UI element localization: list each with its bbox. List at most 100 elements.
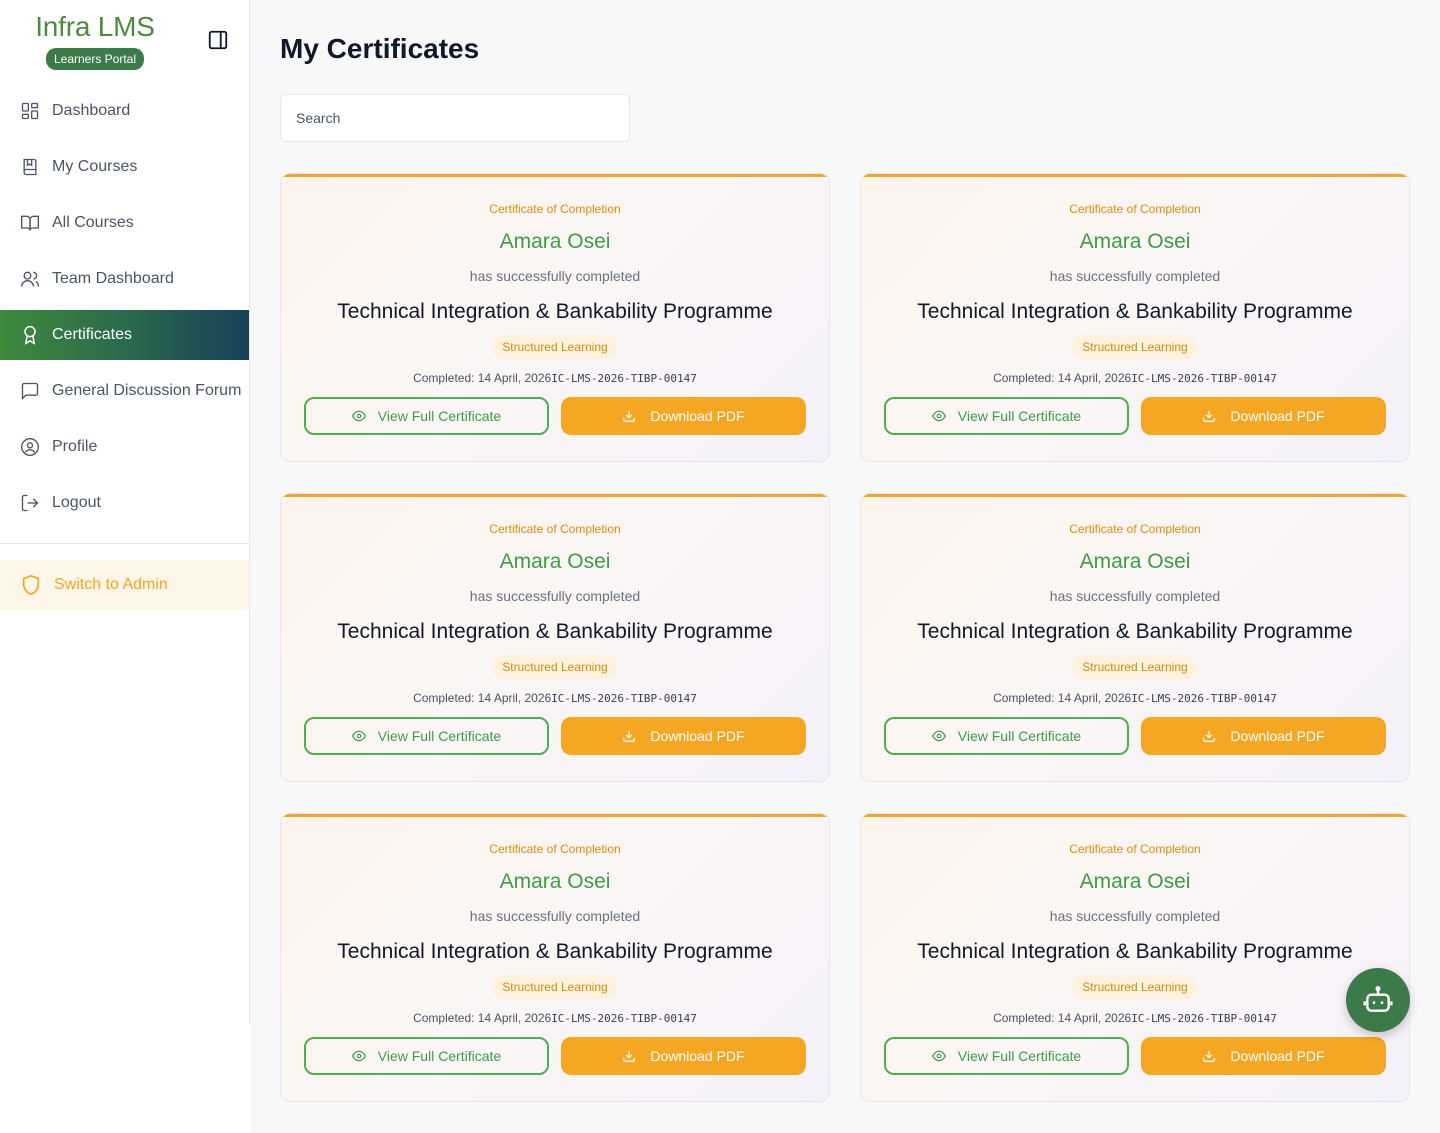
sidebar-item-label: Dashboard — [52, 102, 131, 119]
course-type-badge: Structured Learning — [1072, 655, 1198, 679]
sidebar-footer-area — [0, 1024, 250, 1133]
completion-date: Completed: 14 April, 2026 — [413, 371, 552, 385]
view-certificate-button[interactable]: View Full Certificate — [304, 717, 549, 755]
certificate-label: Certificate of Completion — [1069, 842, 1201, 856]
download-pdf-label: Download PDF — [650, 1048, 745, 1064]
completion-text: has successfully completed — [1049, 268, 1221, 284]
certificate-meta: Completed: 14 April, 2026IC-LMS-2026-TIB… — [861, 371, 1409, 385]
download-pdf-button[interactable]: Download PDF — [561, 1037, 806, 1075]
sidebar-item-label: Team Dashboard — [52, 270, 174, 287]
download-icon — [623, 410, 636, 422]
sidebar-item-logout[interactable]: Logout — [0, 475, 249, 531]
view-certificate-label: View Full Certificate — [957, 728, 1082, 744]
main-content: My Certificates Certificate of Completio… — [250, 0, 1440, 1133]
course-title: Technical Integration & Bankability Prog… — [337, 300, 773, 323]
sidebar-toggle-button[interactable] — [206, 28, 230, 52]
certificate-card: Certificate of Completion Amara Osei has… — [280, 493, 830, 782]
sidebar-item-label: All Courses — [52, 214, 134, 231]
download-icon — [1203, 1050, 1216, 1062]
chat-icon — [21, 382, 39, 401]
view-certificate-label: View Full Certificate — [377, 728, 502, 744]
course-type-badge: Structured Learning — [492, 335, 618, 359]
sidebar-item-profile[interactable]: Profile — [0, 419, 249, 475]
download-pdf-label: Download PDF — [1230, 728, 1325, 744]
sidebar-item-team-dashboard[interactable]: Team Dashboard — [0, 251, 249, 307]
chatbot-button[interactable] — [1346, 968, 1410, 1032]
sidebar-item-label: My Courses — [52, 158, 138, 175]
sidebar-item-label: Logout — [52, 494, 101, 511]
view-certificate-button[interactable]: View Full Certificate — [884, 717, 1129, 755]
user-circle-icon — [21, 438, 39, 456]
certificate-label: Certificate of Completion — [489, 842, 621, 856]
sidebar-item-dashboard[interactable]: Dashboard — [0, 83, 249, 139]
download-pdf-button[interactable]: Download PDF — [561, 397, 806, 435]
download-pdf-label: Download PDF — [1230, 408, 1325, 424]
course-title: Technical Integration & Bankability Prog… — [917, 940, 1353, 963]
download-pdf-button[interactable]: Download PDF — [1141, 397, 1386, 435]
certificate-card: Certificate of Completion Amara Osei has… — [280, 173, 830, 462]
eye-icon — [351, 1050, 366, 1062]
download-icon — [1203, 730, 1216, 742]
sidebar-item-all-courses[interactable]: All Courses — [0, 195, 249, 251]
award-icon — [24, 325, 36, 345]
completion-date: Completed: 14 April, 2026 — [993, 1011, 1132, 1025]
certificate-card: Certificate of Completion Amara Osei has… — [860, 173, 1410, 462]
robot-icon — [1363, 986, 1393, 1012]
certificate-meta: Completed: 14 April, 2026IC-LMS-2026-TIB… — [281, 1011, 829, 1025]
course-title: Technical Integration & Bankability Prog… — [917, 300, 1353, 323]
sidebar-panel-icon — [208, 30, 228, 50]
certificate-meta: Completed: 14 April, 2026IC-LMS-2026-TIB… — [861, 691, 1409, 705]
recipient-name: Amara Osei — [1079, 870, 1191, 893]
recipient-name: Amara Osei — [1079, 550, 1191, 573]
download-pdf-button[interactable]: Download PDF — [1141, 1037, 1386, 1075]
sidebar-item-my-courses[interactable]: My Courses — [0, 139, 249, 195]
view-certificate-button[interactable]: View Full Certificate — [304, 1037, 549, 1075]
view-certificate-button[interactable]: View Full Certificate — [884, 397, 1129, 435]
completion-date: Completed: 14 April, 2026 — [413, 691, 552, 705]
sidebar-item-label: Certificates — [52, 326, 133, 343]
book-icon — [23, 158, 37, 176]
download-pdf-label: Download PDF — [1230, 1048, 1325, 1064]
portal-badge: Learners Portal — [45, 48, 145, 70]
eye-icon — [931, 410, 946, 422]
certificate-label: Certificate of Completion — [489, 202, 621, 216]
download-pdf-button[interactable]: Download PDF — [1141, 717, 1386, 755]
card-accent-bar — [281, 814, 829, 817]
download-pdf-label: Download PDF — [650, 408, 745, 424]
course-type-badge: Structured Learning — [492, 975, 618, 999]
certificate-card: Certificate of Completion Amara Osei has… — [860, 493, 1410, 782]
sidebar: Infra LMS Learners Portal Dashboard My C… — [0, 0, 250, 1024]
view-certificate-button[interactable]: View Full Certificate — [304, 397, 549, 435]
completion-text: has successfully completed — [469, 588, 641, 604]
sidebar-nav: Dashboard My Courses All Courses Team Da… — [0, 83, 249, 531]
view-certificate-label: View Full Certificate — [377, 408, 502, 424]
course-type-badge: Structured Learning — [1072, 335, 1198, 359]
certificate-label: Certificate of Completion — [1069, 522, 1201, 536]
certificate-meta: Completed: 14 April, 2026IC-LMS-2026-TIB… — [281, 691, 829, 705]
search-input[interactable] — [280, 94, 630, 142]
page-title: My Certificates — [280, 33, 480, 64]
certificate-code: IC-LMS-2026-TIBP-00147 — [1131, 692, 1277, 705]
view-certificate-button[interactable]: View Full Certificate — [884, 1037, 1129, 1075]
card-accent-bar — [281, 174, 829, 177]
view-certificate-label: View Full Certificate — [957, 408, 1082, 424]
card-accent-bar — [861, 174, 1409, 177]
download-pdf-button[interactable]: Download PDF — [561, 717, 806, 755]
recipient-name: Amara Osei — [499, 550, 611, 573]
course-title: Technical Integration & Bankability Prog… — [337, 620, 773, 643]
logout-icon — [21, 494, 39, 512]
recipient-name: Amara Osei — [1079, 230, 1191, 253]
completion-text: has successfully completed — [1049, 588, 1221, 604]
sidebar-item-forum[interactable]: General Discussion Forum — [0, 363, 249, 419]
sidebar-item-certificates[interactable]: Certificates — [0, 310, 249, 360]
completion-text: has successfully completed — [469, 268, 641, 284]
download-icon — [1203, 410, 1216, 422]
switch-to-admin-button[interactable]: Switch to Admin — [0, 560, 249, 610]
course-type-badge: Structured Learning — [1072, 975, 1198, 999]
recipient-name: Amara Osei — [499, 230, 611, 253]
certificate-code: IC-LMS-2026-TIBP-00147 — [551, 372, 697, 385]
certificate-code: IC-LMS-2026-TIBP-00147 — [551, 692, 697, 705]
certificate-code: IC-LMS-2026-TIBP-00147 — [1131, 372, 1277, 385]
download-icon — [623, 730, 636, 742]
dashboard-icon — [21, 102, 39, 120]
